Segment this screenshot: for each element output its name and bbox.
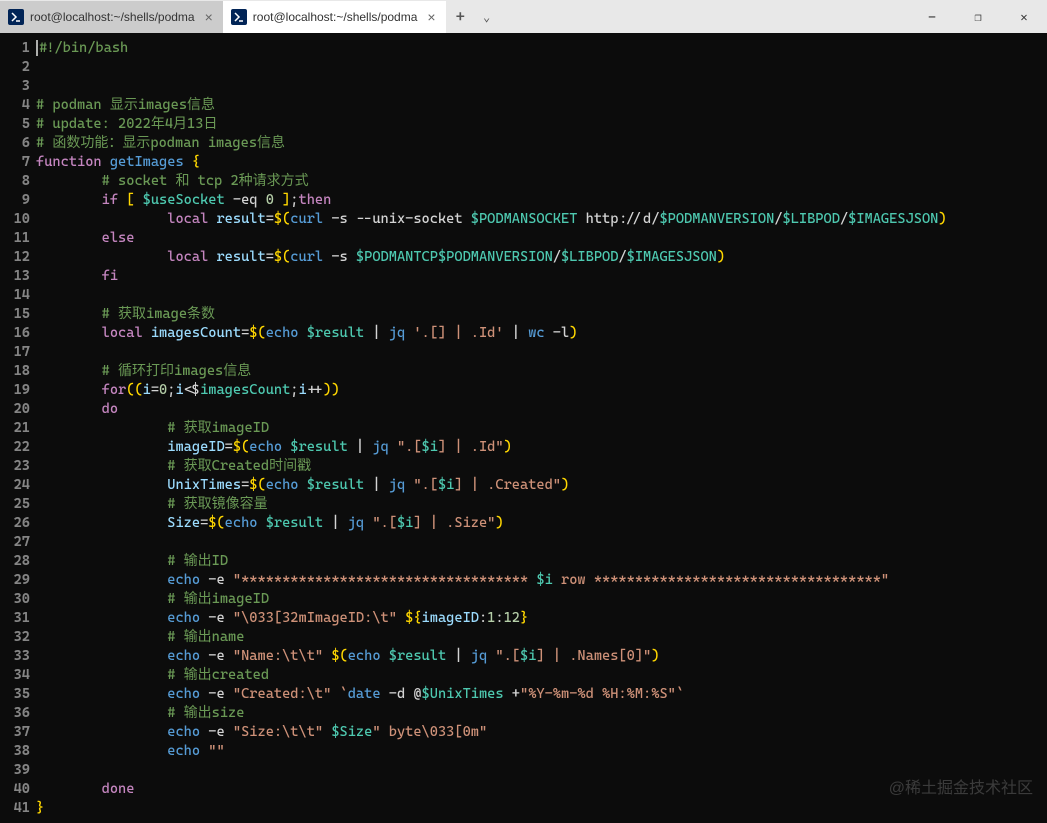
line: 24 UnixTimes=$(echo $result | jq ".[$i] … <box>0 476 1047 495</box>
watermark: @稀土掘金技术社区 <box>889 774 1033 798</box>
line: 7function getImages { <box>0 153 1047 172</box>
close-icon[interactable]: × <box>205 9 213 25</box>
line: 20 do <box>0 400 1047 419</box>
close-icon[interactable]: × <box>427 9 435 25</box>
line: 5# update: 2022年4月13日 <box>0 115 1047 134</box>
line: 28 # 输出ID <box>0 552 1047 571</box>
tab-dropdown-button[interactable]: ⌄ <box>475 10 498 24</box>
new-tab-button[interactable]: + <box>446 7 475 26</box>
line: 15 # 获取image条数 <box>0 305 1047 324</box>
line: 10 local result=$(curl -s --unix-socket … <box>0 210 1047 229</box>
tab-title-2: root@localhost:~/shells/podma <box>253 10 418 24</box>
line: 32 # 输出name <box>0 628 1047 647</box>
tab-2[interactable]: root@localhost:~/shells/podma × <box>223 1 446 33</box>
line: 9 if [ $useSocket -eq 0 ];then <box>0 191 1047 210</box>
maximize-button[interactable]: ❐ <box>955 0 1001 33</box>
line: 38 echo "" <box>0 742 1047 761</box>
line: 8 # socket 和 tcp 2种请求方式 <box>0 172 1047 191</box>
line: 6# 函数功能：显示podman images信息 <box>0 134 1047 153</box>
line: 2 <box>0 58 1047 77</box>
line: 33 echo -e "Name:\t\t" $(echo $result | … <box>0 647 1047 666</box>
line: 3 <box>0 77 1047 96</box>
line: 36 # 输出size <box>0 704 1047 723</box>
minimize-button[interactable]: — <box>909 0 955 33</box>
line: 22 imageID=$(echo $result | jq ".[$i] | … <box>0 438 1047 457</box>
tab-title-1: root@localhost:~/shells/podma <box>30 10 195 24</box>
line: 26 Size=$(echo $result | jq ".[$i] | .Si… <box>0 514 1047 533</box>
line: 31 echo -e "\033[32mImageID:\t" ${imageI… <box>0 609 1047 628</box>
line: 19 for((i=0;i<$imagesCount;i++)) <box>0 381 1047 400</box>
line: 16 local imagesCount=$(echo $result | jq… <box>0 324 1047 343</box>
line: 23 # 获取Created时间戳 <box>0 457 1047 476</box>
window-controls: — ❐ ✕ <box>909 0 1047 33</box>
title-bar: root@localhost:~/shells/podma × root@loc… <box>0 0 1047 33</box>
line: 37 echo -e "Size:\t\t" $Size" byte\033[0… <box>0 723 1047 742</box>
close-button[interactable]: ✕ <box>1001 0 1047 33</box>
line: 21 # 获取imageID <box>0 419 1047 438</box>
tab-1[interactable]: root@localhost:~/shells/podma × <box>0 1 223 33</box>
line: 27 <box>0 533 1047 552</box>
tabs: root@localhost:~/shells/podma × root@loc… <box>0 0 498 33</box>
line: 13 fi <box>0 267 1047 286</box>
powershell-icon <box>231 9 247 25</box>
line: 14 <box>0 286 1047 305</box>
line: 29 echo -e "****************************… <box>0 571 1047 590</box>
line: 11 else <box>0 229 1047 248</box>
line: 18 # 循环打印images信息 <box>0 362 1047 381</box>
line: 34 # 输出created <box>0 666 1047 685</box>
line: 4# podman 显示images信息 <box>0 96 1047 115</box>
line: 30 # 输出imageID <box>0 590 1047 609</box>
line: 17 <box>0 343 1047 362</box>
line: 25 # 获取镜像容量 <box>0 495 1047 514</box>
line: 35 echo -e "Created:\t" `date -d @$UnixT… <box>0 685 1047 704</box>
line: 12 local result=$(curl -s $PODMANTCP$POD… <box>0 248 1047 267</box>
code-editor[interactable]: 1#!/bin/bash 2 3 4# podman 显示images信息 5#… <box>0 33 1047 818</box>
powershell-icon <box>8 9 24 25</box>
line: 1#!/bin/bash <box>0 39 1047 58</box>
line: 41} <box>0 799 1047 818</box>
